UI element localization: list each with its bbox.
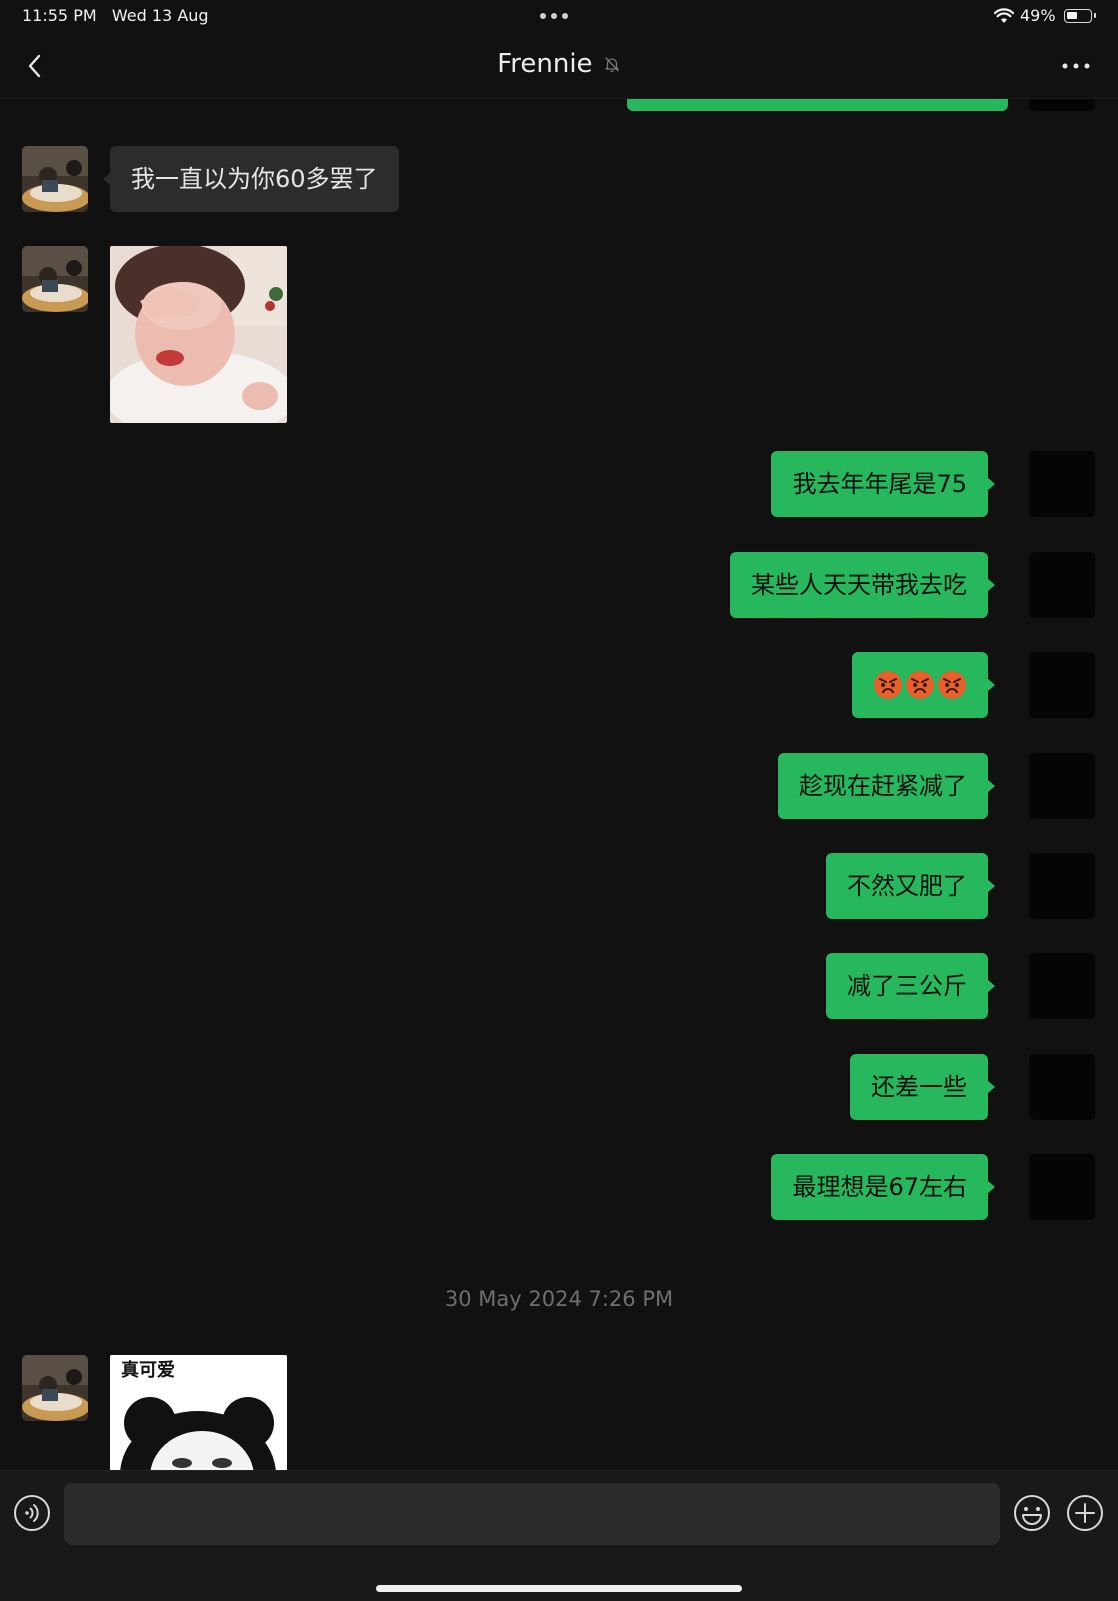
message-bubble[interactable]: 我一直以为你60多罢了 xyxy=(103,146,399,212)
panda-meme-sticker[interactable]: 真可爱 xyxy=(110,1355,287,1470)
voice-icon[interactable] xyxy=(13,1494,51,1532)
battery-cap xyxy=(1094,13,1096,18)
message-bubble[interactable]: 趁现在赶紧减了 xyxy=(778,753,995,819)
woman-covering-face-sticker[interactable] xyxy=(110,246,287,423)
message-bubble-emoji[interactable] xyxy=(852,652,995,718)
my-avatar[interactable] xyxy=(1029,853,1095,919)
message-text: 趁现在赶紧减了 xyxy=(799,772,967,800)
smiley-icon[interactable] xyxy=(1013,1494,1051,1532)
status-time-date: 11:55 PM Wed 13 Aug xyxy=(22,6,209,25)
message-bubble-clipped[interactable] xyxy=(627,99,1008,111)
contact-avatar-image xyxy=(22,1355,88,1421)
contact-avatar[interactable] xyxy=(22,246,88,312)
contact-avatar[interactable] xyxy=(22,146,88,212)
angry-face-icon xyxy=(938,671,966,699)
angry-face-icon xyxy=(906,671,934,699)
angry-face-emoji-group xyxy=(874,671,966,699)
contact-name: Frennie xyxy=(497,49,593,79)
message-text: 我一直以为你60多罢了 xyxy=(131,165,378,193)
message-text: 某些人天天带我去吃 xyxy=(751,571,967,599)
battery-level-fill xyxy=(1067,12,1077,19)
plus-circle-icon[interactable] xyxy=(1066,1494,1104,1532)
message-text: 还差一些 xyxy=(871,1073,967,1101)
multitasking-dots-icon[interactable] xyxy=(540,4,580,26)
message-text: 我去年年尾是75 xyxy=(792,470,967,498)
message-input[interactable] xyxy=(64,1483,1000,1545)
message-bubble[interactable]: 还差一些 xyxy=(850,1054,995,1120)
my-avatar[interactable] xyxy=(1029,1054,1095,1120)
message-bubble[interactable]: 我去年年尾是75 xyxy=(771,451,995,517)
my-avatar[interactable] xyxy=(1029,451,1095,517)
angry-face-icon xyxy=(874,671,902,699)
message-text: 最理想是67左右 xyxy=(792,1173,967,1201)
wifi-icon xyxy=(994,8,1014,23)
sticker-caption: 真可爱 xyxy=(121,1360,175,1381)
battery-percent: 49% xyxy=(1020,6,1056,25)
message-bubble[interactable]: 最理想是67左右 xyxy=(771,1154,995,1220)
message-bubble[interactable]: 某些人天天带我去吃 xyxy=(730,552,995,618)
message-bubble[interactable]: 减了三公斤 xyxy=(826,953,995,1019)
my-avatar[interactable] xyxy=(1029,652,1095,718)
my-avatar[interactable] xyxy=(1029,99,1095,111)
my-avatar[interactable] xyxy=(1029,753,1095,819)
message-text: 减了三公斤 xyxy=(847,972,967,1000)
message-bubble[interactable]: 不然又肥了 xyxy=(826,853,995,919)
battery-icon xyxy=(1064,9,1092,23)
bell-slash-icon xyxy=(604,57,619,73)
home-indicator[interactable] xyxy=(376,1585,742,1592)
status-bar: 11:55 PM Wed 13 Aug 49% xyxy=(0,0,1118,34)
my-avatar[interactable] xyxy=(1029,552,1095,618)
my-avatar[interactable] xyxy=(1029,1154,1095,1220)
my-avatar[interactable] xyxy=(1029,953,1095,1019)
contact-avatar[interactable] xyxy=(22,1355,88,1421)
contact-avatar-image xyxy=(22,146,88,212)
timestamp-divider: 30 May 2024 7:26 PM xyxy=(444,1287,674,1311)
message-text: 不然又肥了 xyxy=(847,872,967,900)
input-bar xyxy=(0,1470,1118,1601)
contact-avatar-image xyxy=(22,246,88,312)
more-dots-icon[interactable] xyxy=(1056,48,1096,84)
chat-title: Frennie xyxy=(0,49,1118,79)
chat-header: Frennie xyxy=(0,34,1118,99)
message-list[interactable]: 我一直以为你60多罢了 我去年年尾是75 某些人天天带我去吃 趁现在赶紧减了 不… xyxy=(0,99,1118,1470)
